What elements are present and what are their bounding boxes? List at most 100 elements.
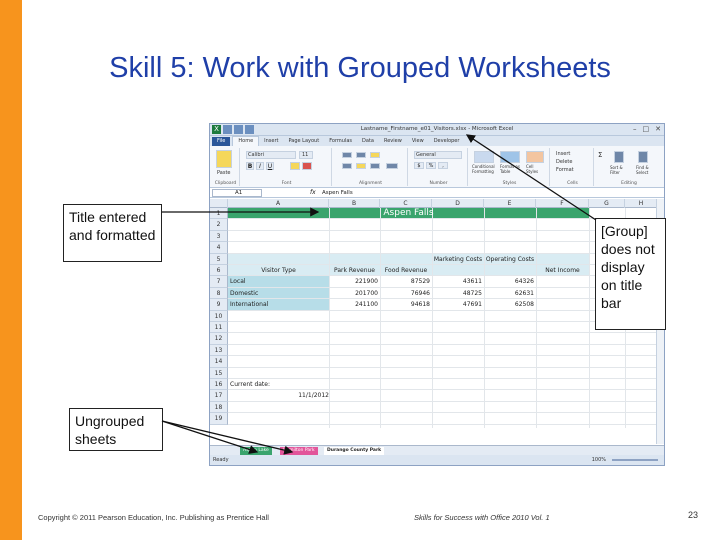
name-box[interactable]: A1 xyxy=(212,189,262,197)
percent-icon[interactable]: % xyxy=(426,162,436,169)
gridline xyxy=(589,208,590,428)
title-cell[interactable]: Aspen Falls xyxy=(228,208,589,219)
food-revenue-cell[interactable]: 87529 xyxy=(380,276,430,287)
formula-input[interactable]: Aspen Falls xyxy=(322,189,353,197)
sheet-tab-hamilton-park[interactable]: Hamilton Park xyxy=(280,447,318,455)
marketing-costs-cell[interactable]: 47691 xyxy=(432,299,482,310)
wrap-text-icon[interactable] xyxy=(370,152,380,158)
fx-icon[interactable]: fx xyxy=(310,189,316,196)
visitor-type-cell[interactable]: Domestic xyxy=(230,288,258,299)
tab-file[interactable]: File xyxy=(212,137,231,146)
select-all-corner[interactable] xyxy=(210,199,228,208)
column-header[interactable]: C xyxy=(380,199,432,208)
row-header[interactable]: 14 xyxy=(210,356,228,368)
row-header[interactable]: 17 xyxy=(210,390,228,402)
header-park-revenue[interactable]: Park Revenue xyxy=(329,265,380,276)
tab-developer[interactable]: Developer xyxy=(429,137,465,146)
row-header[interactable]: 6 xyxy=(210,265,228,277)
underline-icon[interactable]: U xyxy=(266,162,274,170)
row-header[interactable]: 4 xyxy=(210,242,228,254)
callout-ungrouped: Ungrouped sheets xyxy=(69,408,163,451)
align-middle-icon[interactable] xyxy=(356,152,366,158)
maximize-icon[interactable]: □ xyxy=(643,125,650,133)
row-header[interactable]: 15 xyxy=(210,367,228,379)
format-button[interactable]: Format xyxy=(556,167,574,173)
find-select-icon[interactable] xyxy=(638,151,648,163)
operating-costs-cell[interactable]: 62508 xyxy=(484,299,534,310)
tab-home[interactable]: Home xyxy=(232,136,260,146)
park-revenue-cell[interactable]: 241100 xyxy=(329,299,378,310)
row-header[interactable]: 9 xyxy=(210,299,228,311)
header-operating-costs[interactable]: Operating Costs xyxy=(484,254,536,265)
align-center-icon[interactable] xyxy=(356,163,366,169)
zoom-slider[interactable] xyxy=(612,459,658,461)
marketing-costs-cell[interactable]: 48725 xyxy=(432,288,482,299)
fill-color-icon[interactable] xyxy=(290,162,300,170)
row-header[interactable]: 1 xyxy=(210,208,228,220)
currency-icon[interactable]: $ xyxy=(414,162,424,169)
row-header[interactable]: 13 xyxy=(210,344,228,357)
current-date-value[interactable]: 11/1/2012 xyxy=(280,390,329,401)
sheet-tab-durango-county-park[interactable]: Durango County Park xyxy=(324,447,385,455)
column-header[interactable]: H xyxy=(625,199,658,208)
close-icon[interactable]: ✕ xyxy=(655,125,661,133)
sort-filter-icon[interactable] xyxy=(614,151,624,163)
row-header[interactable]: 12 xyxy=(210,333,228,345)
bold-icon[interactable]: B xyxy=(246,162,254,170)
cell-styles-button[interactable] xyxy=(526,151,544,163)
food-revenue-cell[interactable]: 94618 xyxy=(380,299,430,310)
tab-page-layout[interactable]: Page Layout xyxy=(283,137,324,146)
row-header[interactable]: 10 xyxy=(210,310,228,322)
align-top-icon[interactable] xyxy=(342,152,352,158)
row-header[interactable]: 5 xyxy=(210,253,228,265)
font-color-icon[interactable] xyxy=(302,162,312,170)
row-header[interactable]: 8 xyxy=(210,287,228,300)
format-as-table-button[interactable] xyxy=(500,151,520,163)
row-header[interactable]: 11 xyxy=(210,322,228,334)
column-header[interactable]: A xyxy=(228,199,329,208)
column-header[interactable]: F xyxy=(536,199,589,208)
visitor-type-cell[interactable]: International xyxy=(230,299,268,310)
comma-icon[interactable]: , xyxy=(438,162,448,169)
row-header[interactable]: 3 xyxy=(210,230,228,243)
row-header[interactable]: 2 xyxy=(210,219,228,231)
align-left-icon[interactable] xyxy=(342,163,352,169)
column-header[interactable]: D xyxy=(432,199,484,208)
park-revenue-cell[interactable]: 221900 xyxy=(329,276,378,287)
formula-bar: A1 fx Aspen Falls xyxy=(210,188,664,198)
sheet-tab-aspen-lake[interactable]: Aspen Lake xyxy=(240,447,272,455)
minimize-icon[interactable]: – xyxy=(633,125,637,133)
row-header[interactable]: 18 xyxy=(210,401,228,414)
header-net-income[interactable]: Net Income xyxy=(536,265,589,276)
row-header[interactable]: 16 xyxy=(210,379,228,391)
row-header[interactable]: 7 xyxy=(210,276,228,288)
merge-center-icon[interactable] xyxy=(386,163,398,169)
insert-button[interactable]: Insert xyxy=(556,151,570,157)
visitor-type-cell[interactable]: Local xyxy=(230,276,246,287)
column-header[interactable]: E xyxy=(484,199,536,208)
autosum-icon[interactable]: Σ xyxy=(598,151,602,159)
header-food-revenue[interactable]: Food Revenue xyxy=(380,265,432,276)
current-date-label[interactable]: Current date: xyxy=(230,379,270,390)
italic-icon[interactable]: I xyxy=(256,162,264,170)
tab-view[interactable]: View xyxy=(407,137,429,146)
operating-costs-cell[interactable]: 62631 xyxy=(484,288,534,299)
tab-data[interactable]: Data xyxy=(357,137,379,146)
align-right-icon[interactable] xyxy=(370,163,380,169)
paste-button[interactable] xyxy=(216,150,232,168)
zoom-level[interactable]: 100% xyxy=(592,455,606,465)
tab-review[interactable]: Review xyxy=(379,137,407,146)
tab-insert[interactable]: Insert xyxy=(259,137,283,146)
row-header[interactable]: 19 xyxy=(210,413,228,425)
park-revenue-cell[interactable]: 201700 xyxy=(329,288,378,299)
header-visitor-type[interactable]: Visitor Type xyxy=(228,265,329,276)
food-revenue-cell[interactable]: 76946 xyxy=(380,288,430,299)
header-marketing-costs[interactable]: Marketing Costs xyxy=(432,254,484,265)
column-header[interactable]: G xyxy=(589,199,625,208)
operating-costs-cell[interactable]: 64326 xyxy=(484,276,534,287)
tab-formulas[interactable]: Formulas xyxy=(324,137,357,146)
conditional-formatting-button[interactable] xyxy=(474,151,494,163)
marketing-costs-cell[interactable]: 43611 xyxy=(432,276,482,287)
delete-button[interactable]: Delete xyxy=(556,159,572,165)
column-header[interactable]: B xyxy=(329,199,380,208)
